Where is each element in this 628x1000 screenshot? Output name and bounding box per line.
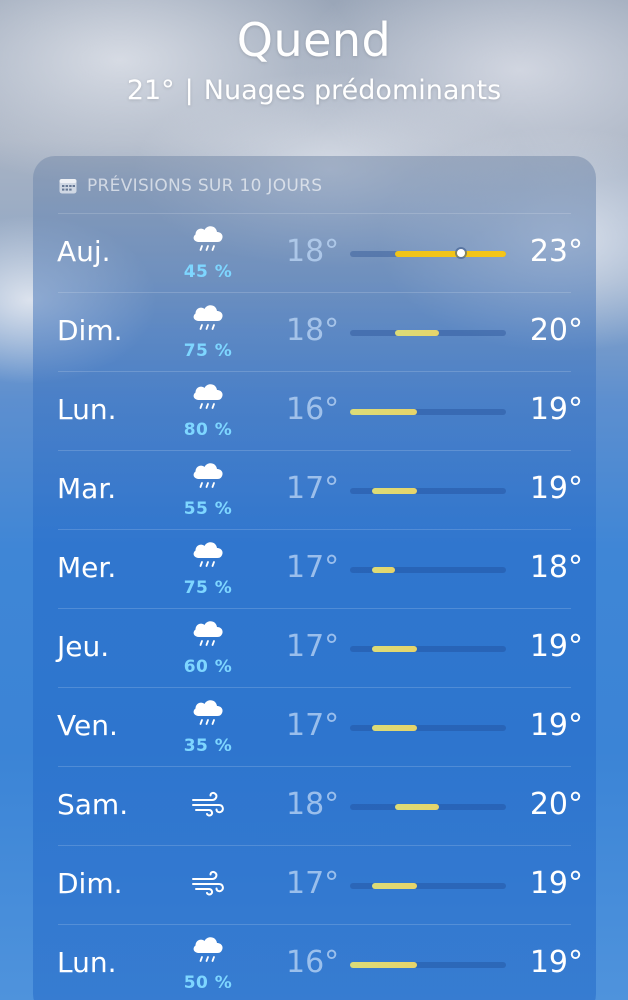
- location-header: Quend 21° | Nuages prédominants: [0, 12, 628, 108]
- wind-icon: [188, 868, 228, 928]
- low-temperature: 17°: [286, 550, 340, 585]
- day-label: Dim.: [57, 314, 123, 347]
- temperature-range-bar: [350, 646, 506, 652]
- high-temperature: 19°: [529, 945, 583, 980]
- day-label: Ven.: [57, 709, 118, 742]
- low-temperature: 17°: [286, 866, 340, 901]
- forecast-header: PRÉVISIONS SUR 10 JOURS: [59, 174, 322, 198]
- precipitation-chance: 75 %: [183, 341, 233, 361]
- temperature-range-fill: [372, 725, 417, 731]
- temperature-range-bar: [350, 488, 506, 494]
- high-temperature: 18°: [529, 550, 583, 585]
- precipitation-chance: 60 %: [183, 657, 233, 677]
- current-condition: Nuages prédominants: [203, 75, 502, 106]
- temperature-range-bar: [350, 567, 506, 573]
- forecast-row[interactable]: Dim. 75 % 18° 20°: [57, 292, 583, 371]
- forecast-row[interactable]: Lun. 50 % 16° 19°: [57, 924, 583, 1000]
- low-temperature: 17°: [286, 708, 340, 743]
- high-temperature: 19°: [529, 629, 583, 664]
- low-temperature: 18°: [286, 787, 340, 822]
- forecast-row[interactable]: Sam. 18° 20°: [57, 766, 583, 845]
- temperature-range-fill: [394, 251, 506, 257]
- precipitation-chance: 55 %: [183, 499, 233, 519]
- low-temperature: 16°: [286, 945, 340, 980]
- ten-day-forecast-card[interactable]: PRÉVISIONS SUR 10 JOURS Auj. 45 % 18° 23° D…: [33, 156, 596, 1000]
- temperature-range-fill: [394, 330, 440, 336]
- temperature-range-bar: [350, 962, 506, 968]
- temperature-range-bar: [350, 883, 506, 889]
- day-label: Dim.: [57, 867, 123, 900]
- temperature-range-bar: [350, 409, 506, 415]
- forecast-list: Auj. 45 % 18° 23° Dim. 75 % 18° 20° Lun.: [33, 213, 596, 1000]
- temperature-range-fill: [372, 488, 417, 494]
- low-temperature: 17°: [286, 629, 340, 664]
- high-temperature: 19°: [529, 471, 583, 506]
- precipitation-chance: 80 %: [183, 420, 233, 440]
- forecast-row[interactable]: Mar. 55 % 17° 19°: [57, 450, 583, 529]
- temperature-range-fill: [350, 409, 417, 415]
- city-name: Quend: [236, 13, 392, 67]
- day-label: Sam.: [57, 788, 129, 821]
- precipitation-chance: 75 %: [183, 578, 233, 598]
- low-temperature: 18°: [286, 234, 340, 269]
- temperature-range-bar: [350, 249, 506, 257]
- low-temperature: 17°: [286, 471, 340, 506]
- temperature-range-fill: [350, 962, 417, 968]
- day-label: Mar.: [57, 472, 117, 505]
- wind-icon: [188, 789, 228, 849]
- current-temperature: 21°: [126, 75, 175, 106]
- high-temperature: 20°: [529, 313, 583, 348]
- forecast-row[interactable]: Auj. 45 % 18° 23°: [57, 213, 583, 292]
- temperature-range-bar: [350, 725, 506, 731]
- temperature-range-bar: [350, 330, 506, 336]
- temperature-range-bar: [350, 804, 506, 810]
- day-label: Lun.: [57, 393, 117, 426]
- day-label: Mer.: [57, 551, 117, 584]
- high-temperature: 19°: [529, 708, 583, 743]
- calendar-icon: [59, 179, 77, 194]
- precipitation-chance: 50 %: [183, 973, 233, 993]
- precipitation-chance: 35 %: [183, 736, 233, 756]
- day-label: Jeu.: [57, 630, 110, 663]
- temperature-range-fill: [372, 567, 395, 573]
- high-temperature: 19°: [529, 866, 583, 901]
- forecast-row[interactable]: Mer. 75 % 17° 18°: [57, 529, 583, 608]
- forecast-row[interactable]: Dim. 17° 19°: [57, 845, 583, 924]
- forecast-row[interactable]: Jeu. 60 % 17° 19°: [57, 608, 583, 687]
- day-label: Auj.: [57, 235, 111, 268]
- temperature-range-fill: [394, 804, 440, 810]
- day-label: Lun.: [57, 946, 117, 979]
- high-temperature: 19°: [529, 392, 583, 427]
- low-temperature: 18°: [286, 313, 340, 348]
- forecast-header-label: PRÉVISIONS SUR 10 JOURS: [87, 176, 323, 196]
- forecast-row[interactable]: Lun. 80 % 16° 19°: [57, 371, 583, 450]
- forecast-row[interactable]: Ven. 35 % 17° 19°: [57, 687, 583, 766]
- high-temperature: 23°: [529, 234, 583, 269]
- precipitation-chance: 45 %: [183, 262, 233, 282]
- high-temperature: 20°: [529, 787, 583, 822]
- temperature-range-fill: [372, 646, 417, 652]
- temperature-range-fill: [372, 883, 417, 889]
- separator: |: [184, 75, 194, 106]
- current-conditions: 21° | Nuages prédominants: [0, 74, 628, 108]
- low-temperature: 16°: [286, 392, 340, 427]
